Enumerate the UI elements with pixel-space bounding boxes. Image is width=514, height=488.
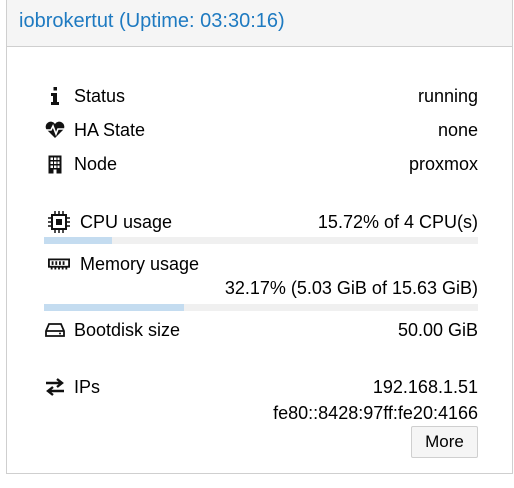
- ha-state-value: none: [437, 120, 478, 140]
- info-icon: [44, 86, 66, 106]
- bootdisk-label: Bootdisk size: [74, 320, 181, 340]
- node-row: Node proxmox: [42, 152, 478, 176]
- ha-state-row: HA State none: [42, 118, 478, 142]
- ips-row-secondary: fe80::8428:97ff:fe20:4166: [42, 401, 478, 425]
- ha-state-label: HA State: [74, 120, 146, 140]
- memory-usage-row: Memory usage: [42, 252, 478, 276]
- memory-usage-label: Memory usage: [80, 254, 200, 274]
- bootdisk-value: 50.00 GiB: [397, 320, 478, 340]
- status-label: Status: [74, 86, 126, 106]
- memory-usage-bar-fill: [44, 304, 184, 311]
- memory-usage-bar: [44, 304, 478, 311]
- building-icon: [44, 154, 66, 174]
- exchange-arrows-icon: [44, 377, 66, 397]
- hdd-icon: [44, 320, 66, 340]
- ip-address-v4: 192.168.1.51: [372, 377, 478, 397]
- cpu-usage-value: 15.72% of 4 CPU(s): [317, 212, 478, 232]
- bootdisk-row: Bootdisk size 50.00 GiB: [42, 318, 478, 342]
- ips-row: IPs 192.168.1.51: [42, 375, 478, 399]
- cpu-chip-icon: [48, 211, 70, 233]
- cpu-usage-row: CPU usage 15.72% of 4 CPU(s): [42, 210, 478, 234]
- cpu-usage-bar: [44, 237, 478, 244]
- panel-header: iobrokertut (Uptime: 03:30:16): [7, 0, 512, 47]
- status-value: running: [417, 86, 478, 106]
- cpu-usage-label: CPU usage: [80, 212, 173, 232]
- node-value: proxmox: [408, 154, 478, 174]
- memory-usage-value: 32.17% (5.03 GiB of 15.63 GiB): [224, 278, 478, 298]
- page-title: iobrokertut (Uptime: 03:30:16): [19, 10, 285, 32]
- cpu-usage-bar-fill: [44, 237, 113, 244]
- status-row: Status running: [42, 84, 478, 108]
- memory-usage-value-row: 32.17% (5.03 GiB of 15.63 GiB): [42, 276, 478, 300]
- heartbeat-icon: [44, 120, 66, 140]
- more-button[interactable]: More: [411, 426, 478, 458]
- ip-address-v6: fe80::8428:97ff:fe20:4166: [273, 403, 478, 423]
- node-label: Node: [74, 154, 118, 174]
- ips-label: IPs: [74, 377, 101, 397]
- memory-icon: [48, 254, 70, 274]
